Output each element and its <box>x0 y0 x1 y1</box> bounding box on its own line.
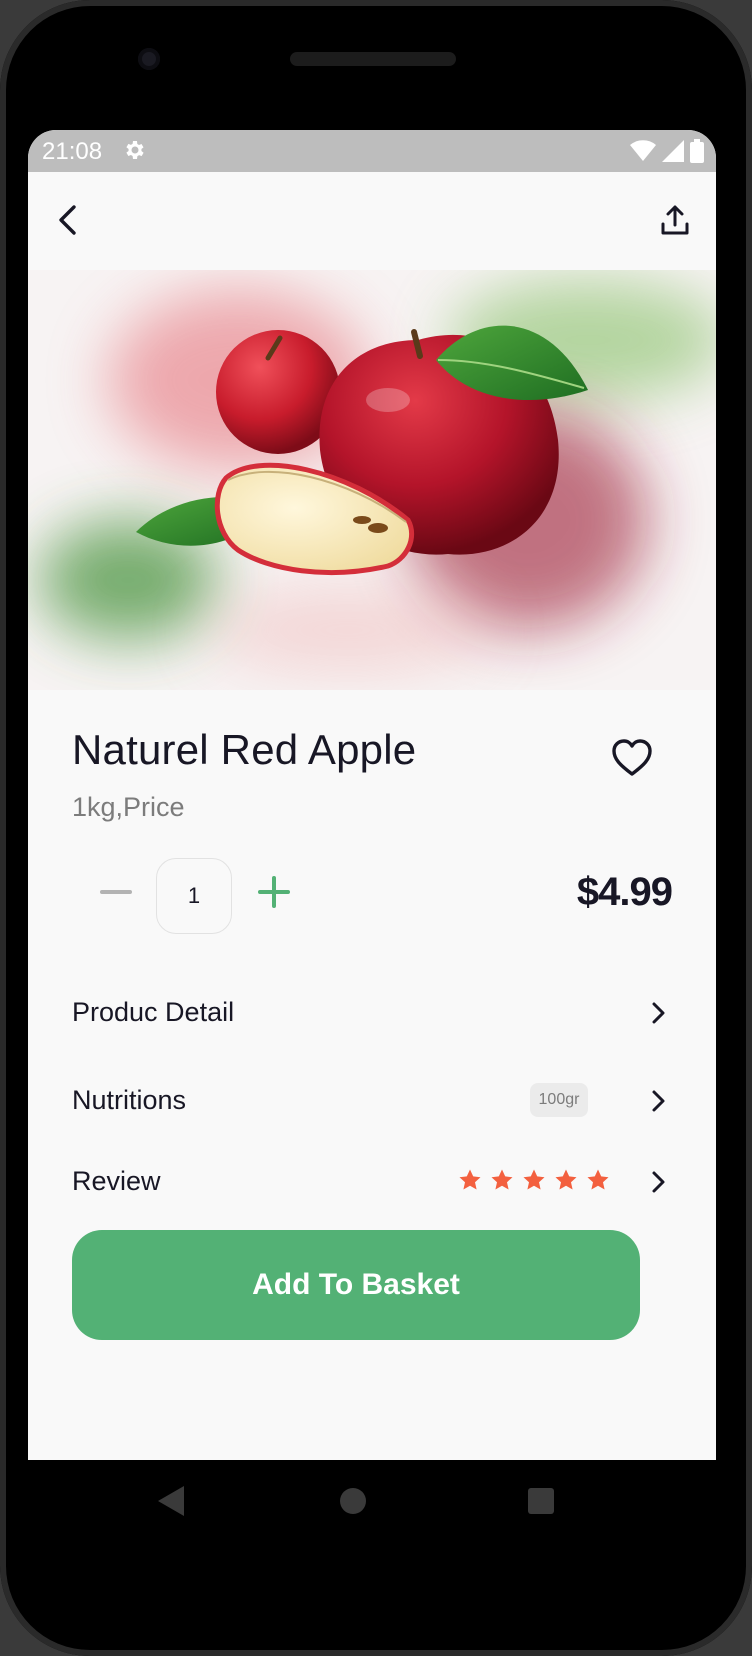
nutritions-row[interactable]: Nutritions 100gr <box>72 1075 672 1125</box>
star-icon <box>555 1169 577 1190</box>
wifi-icon <box>630 140 656 161</box>
rating-stars <box>458 1168 610 1192</box>
nutritions-label: Nutritions <box>72 1085 187 1115</box>
nav-back-icon[interactable] <box>156 1484 186 1518</box>
nutritions-badge: 100gr <box>530 1083 588 1117</box>
product-image <box>28 270 716 690</box>
status-icons <box>630 139 704 163</box>
product-unit-label: 1kg,Price <box>72 792 185 822</box>
chevron-right-icon <box>652 1002 665 1024</box>
earpiece-speaker <box>290 52 456 66</box>
nav-recent-apps-icon[interactable] <box>528 1488 554 1514</box>
screen: 21:08 Naturel Red Apple 1kg,Price 1 $4.9… <box>28 130 716 1460</box>
add-to-basket-button[interactable]: Add To Basket <box>72 1230 640 1340</box>
top-bar <box>28 172 716 270</box>
status-time: 21:08 <box>42 138 103 165</box>
product-detail-label: Produc Detail <box>72 997 235 1027</box>
share-upload-icon[interactable] <box>652 197 698 243</box>
nav-home-icon[interactable] <box>338 1486 368 1516</box>
product-detail-row[interactable]: Produc Detail <box>72 987 672 1037</box>
star-icon <box>523 1169 545 1190</box>
phone-frame: 21:08 Naturel Red Apple 1kg,Price 1 $4.9… <box>0 0 752 1656</box>
status-bar: 21:08 <box>28 130 716 172</box>
star-icon <box>491 1169 513 1190</box>
system-nav-bar <box>0 1460 752 1560</box>
product-price: $4.99 <box>576 870 673 914</box>
chevron-left-icon[interactable] <box>46 197 92 243</box>
front-camera <box>138 48 160 70</box>
review-row[interactable]: Review <box>72 1156 672 1206</box>
review-label: Review <box>72 1166 161 1196</box>
minus-icon[interactable] <box>94 870 138 914</box>
product-title: Naturel Red Apple <box>72 726 417 773</box>
chevron-right-icon <box>652 1171 665 1193</box>
signal-icon <box>662 140 684 162</box>
gear-icon <box>126 141 144 159</box>
star-icon <box>459 1169 481 1190</box>
chevron-right-icon <box>652 1090 665 1112</box>
quantity-value: 1 <box>156 858 232 934</box>
star-icon <box>587 1169 609 1190</box>
plus-icon[interactable] <box>252 870 296 914</box>
battery-icon <box>690 139 704 163</box>
heart-outline-icon[interactable] <box>608 734 656 782</box>
